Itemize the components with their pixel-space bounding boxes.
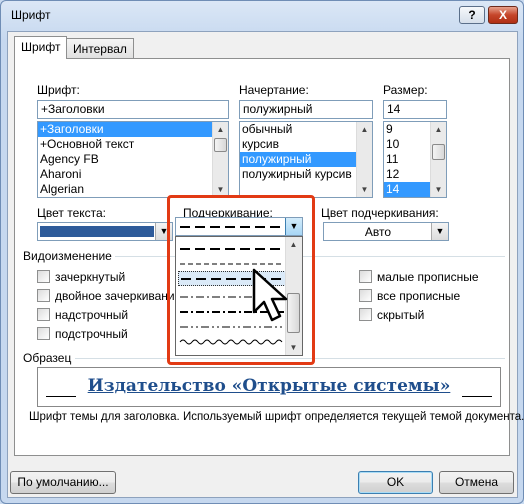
scroll-up-icon[interactable]: ▲ [431,122,446,137]
font-color-combo[interactable]: ▼ [37,222,173,241]
style-option[interactable]: полужирный [240,152,372,167]
all-caps-label: все прописные [377,289,461,303]
strikethrough-label: зачеркнутый [55,270,126,284]
checkbox-icon[interactable] [37,327,50,340]
double-strikethrough-checkbox[interactable]: двойное зачеркивание [37,289,181,303]
checkbox-icon[interactable] [37,289,50,302]
help-button[interactable]: ? [459,6,485,24]
checkbox-icon[interactable] [37,270,50,283]
underline-color-value: Авто [364,225,392,239]
effects-label: Видоизменение [23,249,112,263]
small-caps-label: малые прописные [377,270,479,284]
highlight-frame [167,195,315,365]
scroll-thumb[interactable] [214,138,227,152]
underline-color-combo[interactable]: Авто ▼ [323,222,449,241]
size-input[interactable]: 14 [383,100,447,119]
strikethrough-checkbox[interactable]: зачеркнутый [37,270,125,284]
subscript-label: подстрочный [55,327,128,341]
window-title: Шрифт [11,8,51,22]
underline-color-label: Цвет подчеркивания: [321,206,439,220]
checkbox-icon[interactable] [359,308,372,321]
scroll-up-icon[interactable]: ▲ [213,122,228,137]
hidden-checkbox[interactable]: скрытый [359,308,424,322]
preview-baseline-right [462,396,492,397]
font-option[interactable]: +Заголовки [38,122,228,137]
checkbox-icon[interactable] [359,270,372,283]
ok-button[interactable]: OK [358,471,433,494]
font-list-scrollbar[interactable]: ▲ ▼ [212,122,228,197]
size-list-scrollbar[interactable]: ▲ ▼ [430,122,446,197]
style-label: Начертание: [239,83,309,97]
style-list[interactable]: обычный курсив полужирный полужирный кур… [239,121,373,198]
size-label: Размер: [383,83,428,97]
font-option[interactable]: +Основной текст [38,137,228,152]
superscript-label: надстрочный [55,308,129,322]
cancel-button[interactable]: Отмена [439,471,514,494]
font-list[interactable]: +Заголовки +Основной текст Agency FB Aha… [37,121,229,198]
preview-note: Шрифт темы для заголовка. Используемый ш… [29,411,524,423]
style-option[interactable]: обычный [240,122,372,137]
preview-label: Образец [23,351,72,365]
preview-text: Издательство «Открытые системы» [87,376,451,396]
size-list[interactable]: 9 10 11 12 14 ▲ ▼ [383,121,447,198]
font-option[interactable]: Agency FB [38,152,228,167]
preview-box: Издательство «Открытые системы» [37,367,501,407]
chevron-down-icon[interactable]: ▼ [431,223,448,240]
style-input[interactable]: полужирный [239,100,373,119]
font-color-label: Цвет текста: [37,206,107,220]
title-bar[interactable]: Шрифт ? X [1,1,523,31]
all-caps-checkbox[interactable]: все прописные [359,289,460,303]
style-option[interactable]: полужирный курсив [240,167,372,182]
scroll-thumb[interactable] [432,144,445,160]
checkbox-icon[interactable] [359,289,372,302]
set-default-button[interactable]: По умолчанию... [10,471,116,494]
small-caps-checkbox[interactable]: малые прописные [359,270,479,284]
mouse-pointer-icon [252,268,288,322]
tab-spacing[interactable]: Интервал [66,38,134,58]
hidden-label: скрытый [377,308,425,322]
font-option[interactable]: Aharoni [38,167,228,182]
superscript-checkbox[interactable]: надстрочный [37,308,128,322]
scroll-up-icon[interactable]: ▲ [357,122,372,137]
close-button[interactable]: X [488,6,518,24]
scroll-down-icon[interactable]: ▼ [357,182,372,197]
font-label: Шрифт: [37,83,80,97]
font-input[interactable]: +Заголовки [37,100,229,119]
style-option[interactable]: курсив [240,137,372,152]
preview-baseline-left [46,396,76,397]
checkbox-icon[interactable] [37,308,50,321]
subscript-checkbox[interactable]: подстрочный [37,327,128,341]
double-strikethrough-label: двойное зачеркивание [55,289,182,303]
scroll-down-icon[interactable]: ▼ [431,182,446,197]
style-list-scrollbar[interactable]: ▲ ▼ [356,122,372,197]
font-color-swatch [40,226,154,237]
tab-font[interactable]: Шрифт [14,36,68,59]
